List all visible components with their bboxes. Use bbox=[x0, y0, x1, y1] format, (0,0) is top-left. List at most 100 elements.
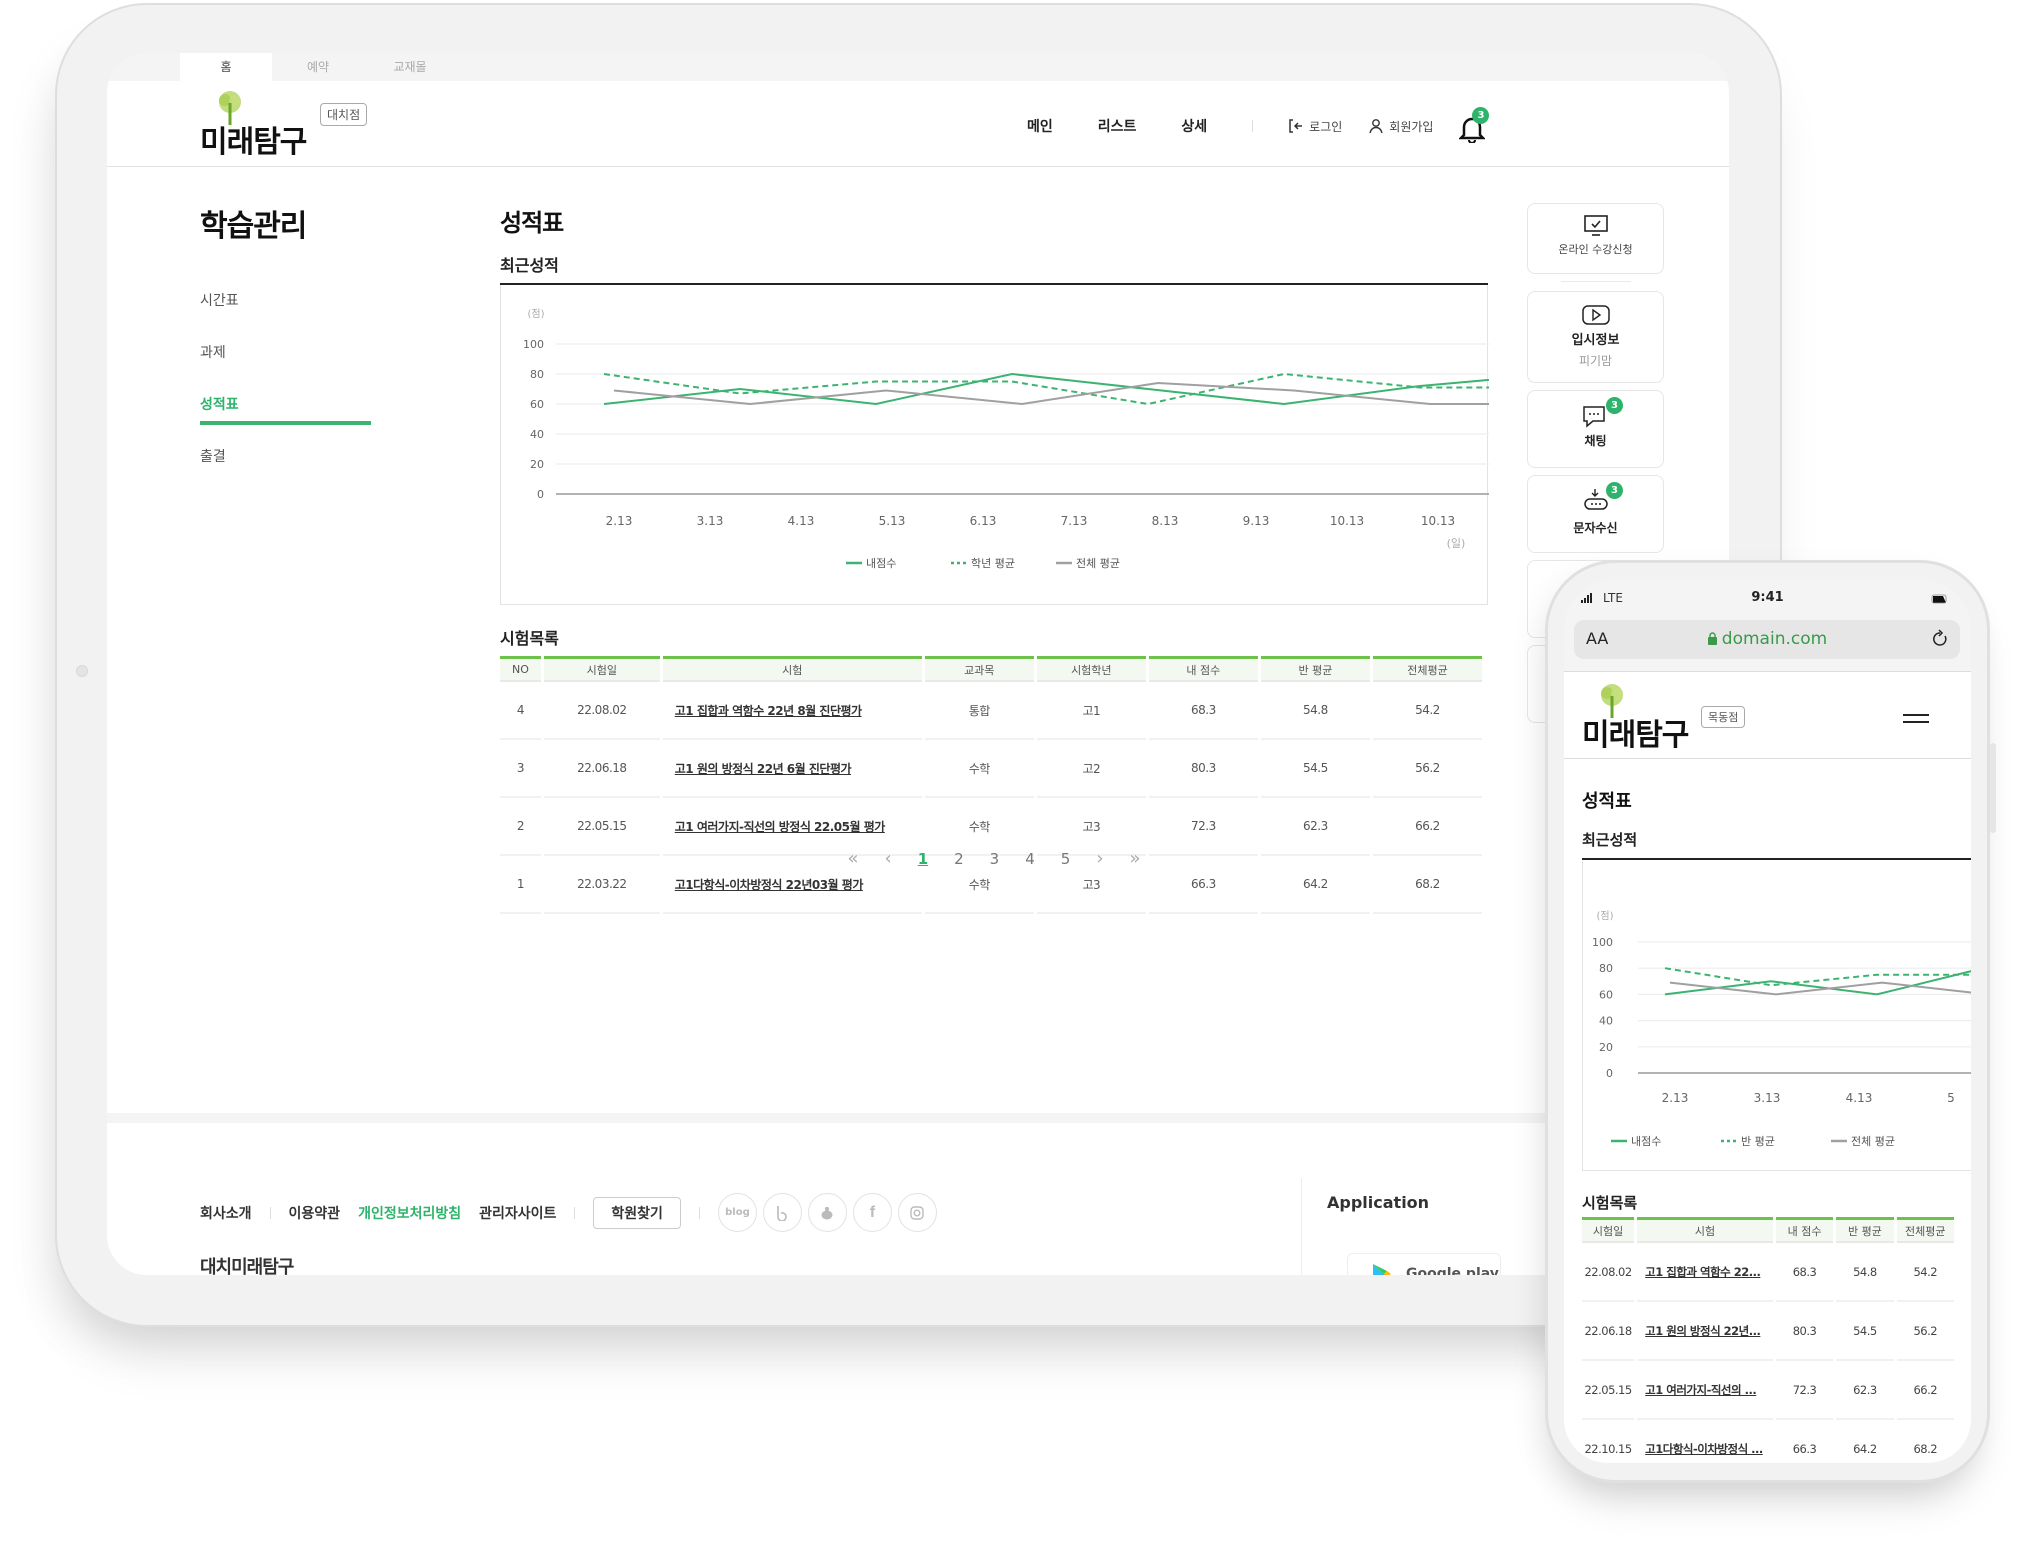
mobile-table-cell: 54.5 bbox=[1836, 1302, 1894, 1361]
exam-title-link[interactable]: 고1 원의 방정식 22년 6월 진단평가 bbox=[662, 740, 922, 798]
facebook-button[interactable]: f bbox=[852, 1193, 892, 1232]
first-page-button[interactable]: « bbox=[847, 848, 858, 869]
x-tick-label: 5 bbox=[1947, 1091, 1955, 1105]
mobile-table-cell: 54.2 bbox=[1896, 1243, 1954, 1302]
app-title: Application bbox=[1327, 1193, 1430, 1212]
reload-icon[interactable] bbox=[1930, 628, 1950, 650]
signup-link[interactable]: 회원가입 bbox=[1368, 118, 1433, 135]
mobile-table-row[interactable]: 22.08.02 고1 집합과 역함수 22... 68.3 54.8 54.2 bbox=[1582, 1243, 1954, 1302]
mobile-logo-text: 미래탐구 bbox=[1582, 718, 1689, 753]
exam-table: NO 시험일 시험 교과목 시험학년 내 점수 반 평균 전체평균 4 22.08.02 고1 집… bbox=[497, 656, 1485, 914]
url-text: domain.com bbox=[1721, 629, 1828, 649]
legend-label: 반 평균 bbox=[1741, 1135, 1775, 1148]
column-header: NO bbox=[500, 656, 541, 682]
series-line-total-average bbox=[1669, 981, 1971, 996]
mobile-table-row[interactable]: 22.05.15 고1 여러가지-직선의 ... 72.3 62.3 66.2 bbox=[1582, 1361, 1954, 1420]
mobile-table-row[interactable]: 22.06.18 고1 원의 방정식 22년... 80.3 54.5 56.2 bbox=[1582, 1302, 1954, 1361]
hamburger-menu-icon[interactable] bbox=[1903, 714, 1929, 728]
quick-sms[interactable]: 3 문자수신 bbox=[1527, 475, 1664, 553]
page-2[interactable]: 2 bbox=[954, 850, 964, 868]
play-icon bbox=[1581, 305, 1610, 325]
table-cell: 3 bbox=[500, 740, 541, 798]
sidebar-item-attendance[interactable]: 출결 bbox=[200, 446, 372, 498]
site-tab-reservation[interactable]: 예약 bbox=[272, 53, 364, 81]
footer-link-terms[interactable]: 이용약관 bbox=[289, 1203, 341, 1223]
blog-button[interactable]: blog bbox=[717, 1193, 757, 1232]
table-cell: 수학 bbox=[924, 740, 1034, 798]
table-cell: 54.2 bbox=[1372, 682, 1482, 740]
mobile-logo[interactable]: 미래탐구 bbox=[1582, 684, 1692, 753]
y-tick-label: 60 bbox=[530, 398, 544, 411]
tablet-device: 홈 예약 교재몰 미래탐구 대치점 메인 리스트 상세 로그인 회원가입 3 학… bbox=[55, 3, 1782, 1327]
table-row[interactable]: 4 22.08.02 고1 집합과 역함수 22년 8월 진단평가 통합 고1 68.3 5… bbox=[500, 682, 1482, 740]
score-chart-svg: (점) 0 20 40 60 80 100 2.13 3.13 4.13 5.13 6.13 7.13 8… bbox=[523, 308, 1489, 570]
x-tick-label: 4.13 bbox=[788, 514, 815, 528]
page-4[interactable]: 4 bbox=[1025, 850, 1035, 868]
x-tick-label: 8.13 bbox=[1152, 514, 1179, 528]
logo[interactable]: 미래탐구 bbox=[200, 91, 310, 160]
footer-link-about[interactable]: 회사소개 bbox=[200, 1203, 252, 1223]
score-chart: (점) 0 20 40 60 80 100 2.13 3.13 4.13 5.13 6.13 7.13 8… bbox=[500, 285, 1489, 605]
nav-detail[interactable]: 상세 bbox=[1181, 116, 1207, 136]
mobile-score-chart: (점) 0 20 40 60 80 100 2.13 3.13 4.13 5 내점수 반 평균 전체 평균 bbox=[1582, 861, 1971, 1171]
quick-admission-info[interactable]: 입시정보 피기맘 bbox=[1527, 291, 1664, 383]
sidebar-menu: 시간표 과제 성적표 출결 bbox=[200, 290, 372, 498]
login-label: 로그인 bbox=[1309, 119, 1343, 134]
prev-page-button[interactable]: ‹ bbox=[884, 848, 891, 869]
mobile-table-cell: 68.2 bbox=[1897, 1420, 1954, 1463]
mobile-table-cell: 22.10.15 bbox=[1582, 1420, 1634, 1463]
quick-chat[interactable]: 3 채팅 bbox=[1527, 390, 1664, 468]
y-tick-label: 20 bbox=[1599, 1041, 1613, 1054]
exam-title-link[interactable]: 고1 집합과 역함수 22년 8월 진단평가 bbox=[662, 682, 922, 740]
table-cell: 80.3 bbox=[1148, 740, 1258, 798]
sidebar-item-report-card[interactable]: 성적표 bbox=[200, 394, 372, 446]
next-page-button[interactable]: › bbox=[1096, 848, 1103, 869]
band-button[interactable] bbox=[762, 1193, 802, 1232]
page-1[interactable]: 1 bbox=[918, 850, 928, 868]
blog-icon: blog bbox=[725, 1207, 750, 1218]
site-tab-home[interactable]: 홈 bbox=[180, 53, 272, 81]
mobile-table-cell: 72.3 bbox=[1775, 1361, 1834, 1420]
footer-divider bbox=[574, 1206, 576, 1219]
instagram-button[interactable] bbox=[897, 1193, 937, 1232]
x-tick-label: 3.13 bbox=[697, 514, 724, 528]
google-play-button[interactable]: Google play bbox=[1347, 1253, 1501, 1275]
monitor-check-icon bbox=[1583, 215, 1608, 236]
nav-main[interactable]: 메인 bbox=[1027, 116, 1053, 136]
notification-badge: 3 bbox=[1472, 107, 1490, 124]
sidebar-item-timetable[interactable]: 시간표 bbox=[200, 290, 372, 342]
mobile-exam-title-link[interactable]: 고1 여러가지-직선의 ... bbox=[1637, 1361, 1773, 1420]
x-axis-unit: (일) bbox=[1447, 536, 1466, 550]
mobile-exam-title-link[interactable]: 고1 집합과 역함수 22... bbox=[1637, 1243, 1773, 1302]
notification-button[interactable]: 3 bbox=[1459, 107, 1490, 143]
sidebar-item-homework[interactable]: 과제 bbox=[200, 342, 372, 394]
table-cell: 고2 bbox=[1036, 740, 1146, 798]
footer-link-privacy[interactable]: 개인정보처리방침 bbox=[358, 1203, 461, 1223]
table-row[interactable]: 3 22.06.18 고1 원의 방정식 22년 6월 진단평가 수학 고2 80.3 54… bbox=[500, 740, 1482, 798]
nav-list[interactable]: 리스트 bbox=[1098, 116, 1137, 136]
mobile-table-cell: 66.2 bbox=[1896, 1361, 1954, 1420]
find-academy-button[interactable]: 학원찾기 bbox=[593, 1196, 681, 1229]
column-header: 내 점수 bbox=[1148, 656, 1258, 682]
mobile-table-row[interactable]: 22.10.15 고1다항식-이차방정식 ... 66.3 64.2 68.2 bbox=[1582, 1420, 1954, 1463]
mobile-score-chart-svg: (점) 0 20 40 60 80 100 2.13 3.13 4.13 5 내점수 반 평균 전체 평균 bbox=[1592, 910, 1971, 1148]
footer-link-admin[interactable]: 관리자사이트 bbox=[479, 1203, 556, 1223]
url-display[interactable]: domain.com bbox=[1574, 629, 1960, 649]
quick-online-enroll[interactable]: 온라인 수강신청 bbox=[1527, 203, 1664, 274]
table-cell: 56.2 bbox=[1372, 740, 1482, 798]
y-tick-label: 60 bbox=[1599, 988, 1613, 1001]
mobile-column-header: 내 점수 bbox=[1775, 1217, 1834, 1243]
mobile-exam-title-link[interactable]: 고1다항식-이차방정식 ... bbox=[1637, 1420, 1773, 1463]
column-header: 시험일 bbox=[543, 656, 660, 682]
page-5[interactable]: 5 bbox=[1061, 850, 1071, 868]
exam-table-header: NO 시험일 시험 교과목 시험학년 내 점수 반 평균 전체평균 bbox=[500, 656, 1482, 682]
kakao-story-button[interactable] bbox=[807, 1193, 847, 1232]
mobile-exam-title-link[interactable]: 고1 원의 방정식 22년... bbox=[1637, 1302, 1773, 1361]
page-3[interactable]: 3 bbox=[990, 850, 1000, 868]
login-icon bbox=[1289, 119, 1303, 133]
column-header: 전체평균 bbox=[1372, 656, 1482, 682]
last-page-button[interactable]: » bbox=[1130, 848, 1141, 869]
login-link[interactable]: 로그인 bbox=[1288, 118, 1342, 135]
site-tab-bookstore[interactable]: 교재몰 bbox=[364, 53, 456, 81]
address-bar[interactable]: AA domain.com bbox=[1574, 620, 1960, 659]
